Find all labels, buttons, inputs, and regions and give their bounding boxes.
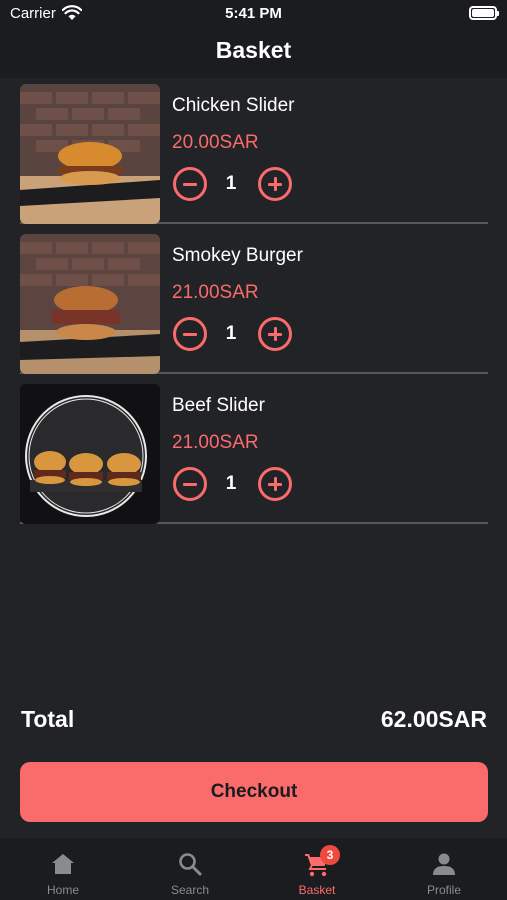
person-icon <box>433 853 455 875</box>
decrease-quantity-button[interactable] <box>173 467 207 501</box>
increase-quantity-button[interactable] <box>258 467 292 501</box>
search-icon <box>179 853 202 876</box>
increase-quantity-button[interactable] <box>258 317 292 351</box>
tab-label: Profile <box>426 883 461 897</box>
basket-item-smokey-burger: Smokey Burger 21.00SAR 1 <box>20 228 488 374</box>
item-price: 20.00SAR <box>172 132 259 153</box>
battery-icon <box>469 6 499 20</box>
total-value: 62.00SAR <box>380 706 487 732</box>
item-price: 21.00SAR <box>172 282 259 303</box>
page-title: Basket <box>215 37 292 63</box>
tab-label: Basket <box>298 883 336 897</box>
header: Carrier 5:41 PM Basket <box>0 0 507 78</box>
decrease-quantity-button[interactable] <box>173 167 207 201</box>
tab-home[interactable]: Home <box>0 838 126 900</box>
item-name: Chicken Slider <box>172 95 295 116</box>
checkout-button[interactable]: Checkout <box>20 762 488 822</box>
cart-count-badge: 3 <box>320 845 340 865</box>
status-bar: Carrier 5:41 PM <box>0 0 507 28</box>
item-name: Smokey Burger <box>172 245 303 266</box>
tab-label: Home <box>46 883 79 897</box>
basket-item-beef-slider: Beef Slider 21.00SAR 1 <box>20 378 488 524</box>
item-quantity: 1 <box>225 323 237 344</box>
chicken-slider-photo <box>20 84 160 224</box>
home-icon <box>52 854 74 874</box>
decrease-quantity-button[interactable] <box>173 317 207 351</box>
smokey-burger-photo <box>20 234 160 374</box>
total-label: Total <box>21 706 75 732</box>
item-price: 21.00SAR <box>172 432 259 453</box>
tab-label: Search <box>170 883 210 897</box>
tab-search[interactable]: Search <box>127 838 253 900</box>
item-name: Beef Slider <box>172 395 265 416</box>
beef-slider-photo <box>20 384 160 524</box>
clock: 5:41 PM <box>225 5 282 22</box>
tab-basket[interactable]: 3 Basket <box>254 838 380 900</box>
tab-bar: Home Search 3 Basket Profile <box>0 838 507 900</box>
item-quantity: 1 <box>225 173 237 194</box>
item-quantity: 1 <box>225 473 237 494</box>
tab-profile[interactable]: Profile <box>381 838 507 900</box>
basket-item-chicken-slider: Chicken Slider 20.00SAR 1 <box>20 78 488 224</box>
increase-quantity-button[interactable] <box>258 167 292 201</box>
